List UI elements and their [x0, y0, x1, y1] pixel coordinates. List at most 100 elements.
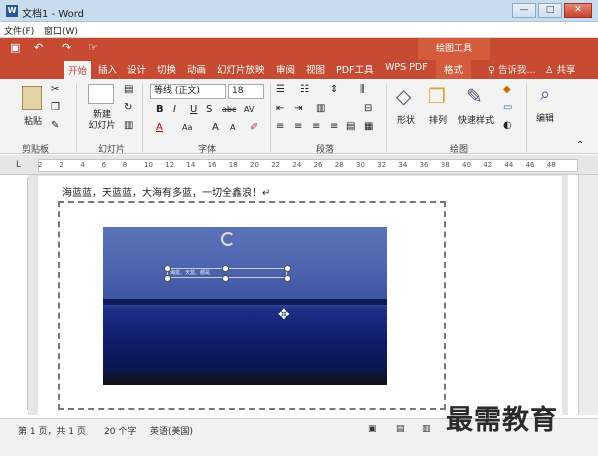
smartart-icon[interactable]: ▦: [364, 121, 373, 132]
tab-format[interactable]: 格式: [436, 60, 472, 79]
font-size-dropdown[interactable]: 18: [228, 84, 264, 99]
text-direction-icon[interactable]: ⫼: [360, 84, 365, 95]
change-case-button[interactable]: Aa: [182, 123, 192, 132]
align-center-icon[interactable]: ≡: [294, 121, 302, 132]
format-painter-icon[interactable]: ✎: [51, 120, 59, 131]
shapes-icon[interactable]: ◇: [396, 84, 411, 108]
window-title: 文档1 - Word: [22, 9, 85, 20]
tab-pdf-tools[interactable]: PDF工具: [336, 62, 374, 76]
minimize-button[interactable]: —: [512, 3, 536, 18]
quick-styles-label[interactable]: 快速样式: [458, 113, 494, 126]
new-slide-label[interactable]: 新建 幻灯片: [82, 110, 122, 132]
collapse-ribbon-icon[interactable]: ⌃: [576, 140, 584, 151]
resize-handle[interactable]: [164, 265, 171, 272]
align-right-icon[interactable]: ≡: [312, 121, 320, 132]
customize-qat-icon[interactable]: ☞: [88, 41, 98, 54]
bold-button[interactable]: B: [156, 104, 164, 115]
share-button[interactable]: ♙ 共享: [545, 62, 576, 76]
copy-icon[interactable]: ❐: [51, 102, 60, 113]
shapes-label[interactable]: 形状: [397, 113, 415, 126]
menu-window[interactable]: 窗口(W): [44, 24, 78, 37]
columns-icon[interactable]: ▥: [316, 103, 325, 114]
rotate-handle-icon[interactable]: [221, 232, 235, 246]
section-icon[interactable]: ▥: [124, 120, 133, 131]
arrange-label[interactable]: 排列: [429, 113, 447, 126]
tab-home[interactable]: 开始: [64, 61, 92, 79]
maximize-button[interactable]: □: [538, 3, 562, 18]
new-slide-icon[interactable]: [88, 84, 114, 104]
increase-indent-icon[interactable]: ⇥: [294, 103, 302, 114]
ruler-tick-label: 34: [398, 161, 408, 169]
tab-slideshow[interactable]: 幻灯片放映: [217, 62, 265, 76]
resize-handle[interactable]: [284, 275, 291, 282]
page-count[interactable]: 第 1 页，共 1 页: [18, 424, 86, 437]
align-text-icon[interactable]: ⊟: [364, 103, 372, 114]
numbering-icon[interactable]: ☷: [300, 84, 309, 95]
resize-handle[interactable]: [222, 275, 229, 282]
document-body-text[interactable]: 海蓝蓝，天蓝蓝，大海有多蓝，一切全鑫浪！↵: [62, 184, 270, 199]
layout-icon[interactable]: ▤: [124, 84, 133, 95]
align-left-icon[interactable]: ≡: [276, 121, 284, 132]
undo-icon[interactable]: ↶: [34, 41, 43, 54]
close-button[interactable]: ✕: [564, 3, 592, 18]
tab-animations[interactable]: 动画: [187, 62, 206, 76]
ruler-tick-label: 2: [59, 161, 64, 169]
cut-icon[interactable]: ✂: [51, 84, 59, 95]
shrink-font-button[interactable]: A: [230, 123, 235, 132]
distributed-icon[interactable]: ▤: [346, 121, 355, 132]
bullets-icon[interactable]: ☰: [276, 84, 285, 95]
arrange-icon[interactable]: ❐: [428, 84, 446, 108]
tab-transitions[interactable]: 切换: [157, 62, 176, 76]
grow-font-button[interactable]: A: [212, 122, 219, 133]
word-count[interactable]: 20 个字: [104, 424, 136, 437]
decrease-indent-icon[interactable]: ⇤: [276, 103, 284, 114]
ruler-tick-label: 22: [271, 161, 281, 169]
search-icon[interactable]: ⌕: [540, 84, 550, 105]
reset-icon[interactable]: ↻: [124, 102, 132, 113]
menu-bar: 文件(F) 窗口(W): [0, 22, 598, 38]
resize-handle[interactable]: [164, 275, 171, 282]
language-indicator[interactable]: 英语(美国): [150, 424, 193, 437]
ruler-tick-label: 18: [228, 161, 238, 169]
shape-effects-icon[interactable]: ◐: [503, 120, 512, 131]
shadow-button[interactable]: S: [206, 104, 212, 115]
char-spacing-button[interactable]: AV: [244, 105, 254, 114]
clear-format-icon[interactable]: ✐: [250, 122, 258, 133]
justify-icon[interactable]: ≡: [330, 121, 338, 132]
tell-me-search[interactable]: ♀ 告诉我...: [488, 62, 536, 76]
ruler-tick-label: 36: [419, 161, 429, 169]
ruler-tick-label: 6: [101, 161, 107, 169]
edit-label[interactable]: 编辑: [536, 111, 554, 124]
paste-icon[interactable]: [22, 86, 42, 110]
group-drawing: 绘图: [450, 145, 469, 155]
person-icon: ♙: [545, 65, 557, 76]
shape-outline-icon[interactable]: ▭: [503, 102, 512, 113]
paste-label[interactable]: 粘贴: [24, 114, 42, 127]
read-mode-icon[interactable]: ▣: [368, 424, 377, 434]
strikethrough-button[interactable]: abc: [222, 105, 236, 114]
shape-fill-icon[interactable]: ◆: [503, 84, 511, 95]
resize-handle[interactable]: [222, 265, 229, 272]
redo-icon[interactable]: ↷: [62, 41, 71, 54]
italic-button[interactable]: I: [173, 104, 176, 115]
save-icon[interactable]: ▣: [10, 41, 20, 54]
tab-view[interactable]: 视图: [306, 62, 325, 76]
quick-styles-icon[interactable]: ✎: [466, 84, 483, 108]
tab-insert[interactable]: 插入: [98, 62, 117, 76]
print-layout-icon[interactable]: ▤: [396, 424, 405, 434]
ruler-tick-label: 10: [144, 161, 153, 169]
menu-file[interactable]: 文件(F): [4, 24, 34, 37]
underline-button[interactable]: U: [190, 104, 197, 115]
font-color-button[interactable]: A: [156, 122, 163, 133]
line-spacing-icon[interactable]: ⇕: [330, 84, 338, 95]
web-layout-icon[interactable]: ▥: [422, 424, 431, 434]
tab-wps-pdf[interactable]: WPS PDF: [385, 62, 428, 73]
tab-review[interactable]: 审阅: [276, 62, 295, 76]
divider: [76, 84, 77, 152]
ruler-tick-label: 4: [80, 161, 85, 169]
tab-design[interactable]: 设计: [127, 62, 146, 76]
vertical-scrollbar[interactable]: [578, 175, 598, 415]
font-name-dropdown[interactable]: 等线 (正文): [150, 84, 226, 99]
tab-stop-selector-icon[interactable]: L: [16, 160, 21, 170]
resize-handle[interactable]: [284, 265, 291, 272]
